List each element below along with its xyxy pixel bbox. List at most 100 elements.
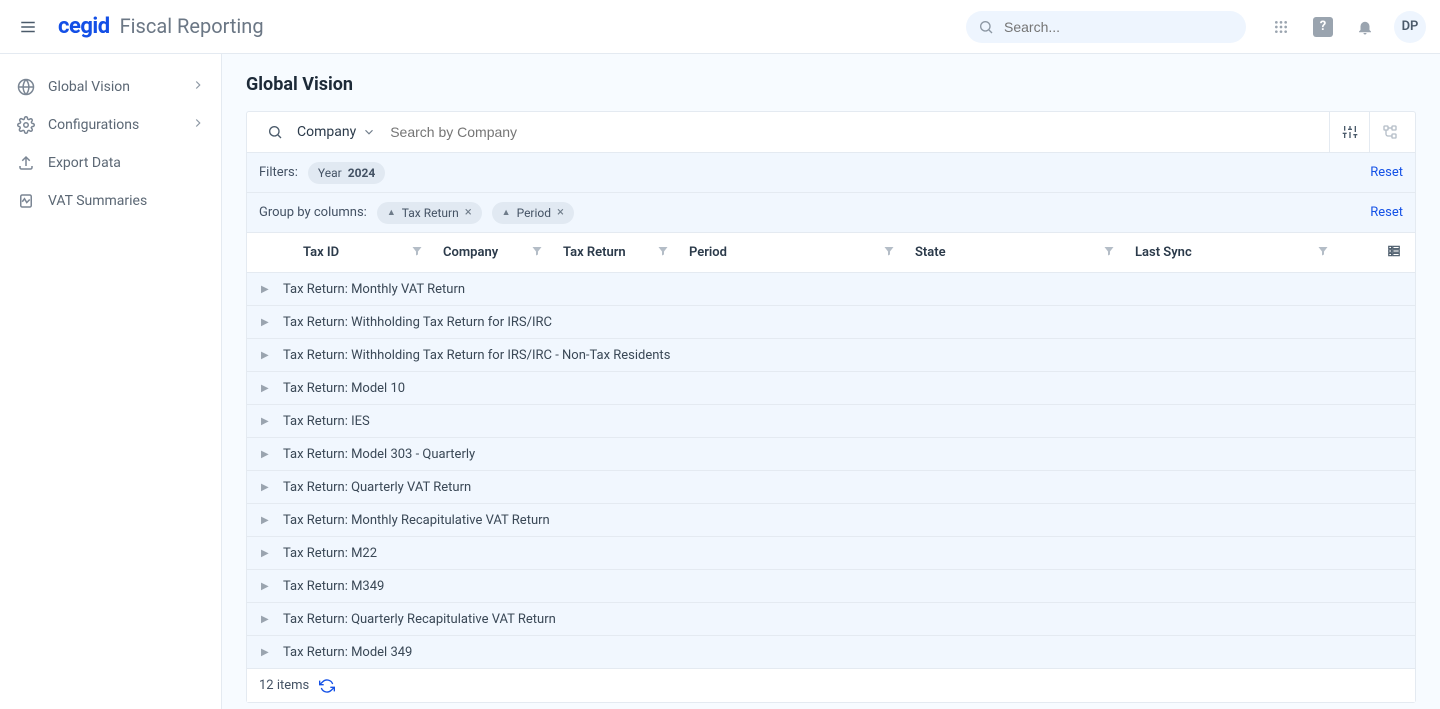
chevron-right-icon [191,116,205,134]
filter-icon[interactable] [531,245,543,261]
filter-icon[interactable] [1103,245,1115,261]
group-chip-period[interactable]: ▲ Period × [492,202,574,224]
panel-search-input[interactable] [390,124,1329,140]
group-label: Tax Return: Monthly VAT Return [277,282,465,297]
expand-icon[interactable]: ▶ [261,482,277,493]
bell-icon[interactable] [1352,14,1378,40]
table-group-row[interactable]: ▶Tax Return: M22 [247,537,1415,570]
topbar: cegid Fiscal Reporting ? DP [0,0,1440,54]
expand-icon[interactable]: ▶ [261,647,277,658]
group-reset[interactable]: Reset [1370,205,1403,220]
expand-icon[interactable]: ▶ [261,515,277,526]
search-icon [978,19,994,35]
expand-icon[interactable]: ▶ [261,284,277,295]
upload-icon [16,154,36,172]
refresh-icon[interactable] [319,678,335,694]
column-company[interactable]: Company [433,245,553,261]
group-label: Tax Return: Model 10 [277,381,405,396]
group-label: Tax Return: Quarterly VAT Return [277,480,471,495]
column-state[interactable]: State [905,245,1125,261]
tree-icon[interactable] [1369,112,1409,153]
chip-label: Period [517,206,551,220]
column-tax-return[interactable]: Tax Return [553,245,679,261]
close-icon[interactable]: × [465,206,472,219]
expand-icon[interactable]: ▶ [261,350,277,361]
table-group-row[interactable]: ▶Tax Return: Model 10 [247,372,1415,405]
group-label: Tax Return: Withholding Tax Return for I… [277,348,670,363]
sidebar-item-label: VAT Summaries [48,193,147,209]
table-group-row[interactable]: ▶Tax Return: IES [247,405,1415,438]
data-panel: Company Filters: [246,111,1416,703]
brand-logo: cegid [58,14,110,39]
expand-icon[interactable]: ▶ [261,416,277,427]
table-group-row[interactable]: ▶Tax Return: Quarterly Recapitulative VA… [247,603,1415,636]
filter-icon[interactable] [657,245,669,261]
table-group-row[interactable]: ▶Tax Return: Model 349 [247,636,1415,668]
table-group-row[interactable]: ▶Tax Return: Withholding Tax Return for … [247,339,1415,372]
filter-chip-year[interactable]: Year 2024 [308,162,385,184]
filters-reset[interactable]: Reset [1370,165,1403,180]
brand-subtitle: Fiscal Reporting [120,14,264,38]
column-label: Company [443,245,498,260]
sidebar-item-global-vision[interactable]: Global Vision [0,68,221,106]
group-by-label: Group by columns: [259,205,367,220]
table-group-row[interactable]: ▶Tax Return: Model 303 - Quarterly [247,438,1415,471]
apps-icon[interactable] [1268,14,1294,40]
table-group-row[interactable]: ▶Tax Return: Monthly Recapitulative VAT … [247,504,1415,537]
search-icon[interactable] [259,116,291,148]
main-content: Global Vision Company [222,54,1440,709]
sidebar-item-label: Configurations [48,117,139,133]
avatar[interactable]: DP [1394,11,1426,43]
topbar-actions: ? DP [1268,11,1426,43]
expand-icon[interactable]: ▶ [261,581,277,592]
column-last-sync[interactable]: Last Sync [1125,245,1339,261]
brand: cegid Fiscal Reporting [58,14,264,39]
expand-icon[interactable]: ▶ [261,383,277,394]
column-tax-id[interactable]: Tax ID [293,245,433,261]
filter-icon[interactable] [411,245,423,261]
close-icon[interactable]: × [557,206,564,219]
expand-icon[interactable]: ▶ [261,614,277,625]
help-icon[interactable]: ? [1310,14,1336,40]
expand-icon[interactable]: ▶ [261,548,277,559]
filters-row: Filters: Year 2024 Reset [247,153,1415,193]
column-label: State [915,245,946,260]
gear-icon [16,116,36,134]
panel-search-actions [1329,112,1409,153]
columns-icon[interactable] [1387,244,1401,262]
sidebar-item-export-data[interactable]: Export Data [0,144,221,182]
column-label: Tax ID [303,245,339,260]
column-label: Tax Return [563,245,626,260]
global-search-input[interactable] [1004,19,1234,35]
expand-icon[interactable]: ▶ [261,449,277,460]
panel-footer: 12 items [247,668,1415,702]
expand-icon[interactable]: ▶ [261,317,277,328]
column-label: Period [689,245,727,260]
group-label: Tax Return: M349 [277,579,384,594]
sliders-icon[interactable] [1329,112,1369,153]
panel-search-row: Company [247,112,1415,153]
group-label: Tax Return: Withholding Tax Return for I… [277,315,552,330]
group-chip-tax-return[interactable]: ▲ Tax Return × [377,202,482,224]
table-group-row[interactable]: ▶Tax Return: Monthly VAT Return [247,273,1415,306]
filter-icon[interactable] [1317,245,1329,261]
column-period[interactable]: Period [679,245,905,261]
page-title: Global Vision [246,74,1416,95]
sidebar-item-vat-summaries[interactable]: VAT Summaries [0,182,221,220]
globe-icon [16,78,36,96]
waveform-icon [16,192,36,210]
table-body[interactable]: ▶Tax Return: Monthly VAT Return▶Tax Retu… [247,273,1415,668]
chip-label: Tax Return [402,206,459,220]
table-group-row[interactable]: ▶Tax Return: M349 [247,570,1415,603]
global-search[interactable] [966,11,1246,43]
table-group-row[interactable]: ▶Tax Return: Withholding Tax Return for … [247,306,1415,339]
search-field-selector[interactable]: Company [297,124,376,140]
table-group-row[interactable]: ▶Tax Return: Quarterly VAT Return [247,471,1415,504]
group-label: Tax Return: Monthly Recapitulative VAT R… [277,513,550,528]
sidebar-item-configurations[interactable]: Configurations [0,106,221,144]
menu-toggle[interactable] [14,13,42,41]
chip-value: 2024 [348,166,376,180]
filter-icon[interactable] [883,245,895,261]
group-label: Tax Return: M22 [277,546,377,561]
column-picker [1339,244,1415,262]
